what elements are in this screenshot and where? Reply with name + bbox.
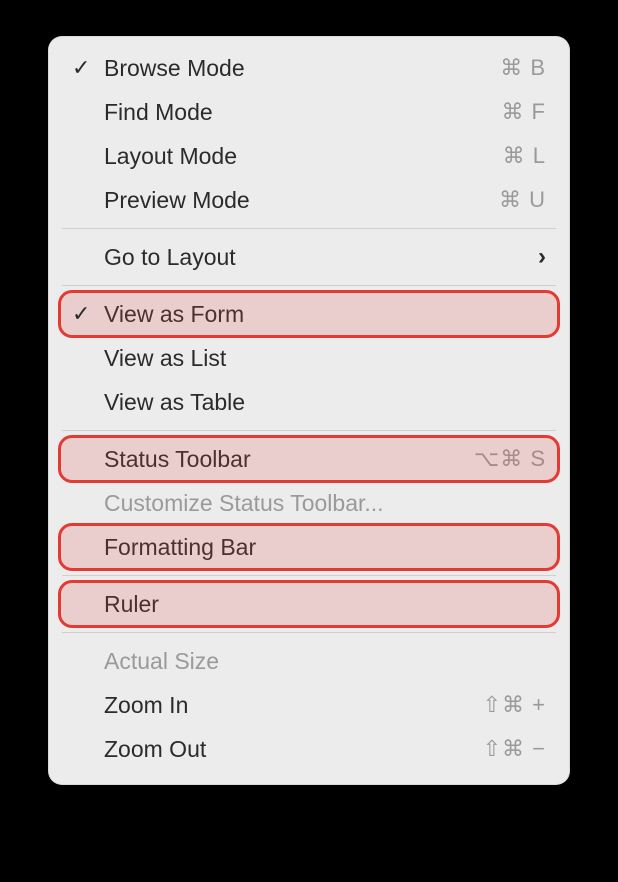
menu-item-view-as-form[interactable]: ✓ View as Form (48, 292, 570, 336)
keyboard-shortcut: ⌘ F (501, 99, 546, 125)
check-icon: ✓ (72, 303, 90, 325)
keyboard-shortcut: ⌥⌘ S (474, 446, 546, 472)
separator (62, 228, 556, 229)
menu-item-label: Zoom In (104, 692, 483, 719)
menu-item-label: View as Table (104, 389, 546, 416)
view-menu: ✓ Browse Mode ⌘ B Find Mode ⌘ F Layout M… (48, 36, 570, 785)
separator (62, 575, 556, 576)
menu-item-label: Zoom Out (104, 736, 483, 763)
check-icon: ✓ (72, 57, 90, 79)
menu-item-label: View as Form (104, 301, 546, 328)
menu-item-view-as-table[interactable]: View as Table (48, 380, 570, 424)
separator (62, 285, 556, 286)
menu-item-zoom-in[interactable]: Zoom In ⇧⌘ + (48, 683, 570, 727)
menu-item-go-to-layout[interactable]: Go to Layout › (48, 235, 570, 279)
keyboard-shortcut: ⇧⌘ − (483, 736, 546, 762)
keyboard-shortcut: ⌘ L (503, 143, 546, 169)
menu-item-label: View as List (104, 345, 546, 372)
separator (62, 430, 556, 431)
menu-item-label: Browse Mode (104, 55, 500, 82)
menu-item-label: Preview Mode (104, 187, 499, 214)
menu-item-label: Actual Size (104, 648, 546, 675)
menu-item-zoom-out[interactable]: Zoom Out ⇧⌘ − (48, 727, 570, 771)
menu-item-formatting-bar[interactable]: Formatting Bar (48, 525, 570, 569)
menu-item-customize-status-toolbar: Customize Status Toolbar... (48, 481, 570, 525)
menu-item-ruler[interactable]: Ruler (48, 582, 570, 626)
menu-item-label: Status Toolbar (104, 446, 474, 473)
separator (62, 632, 556, 633)
menu-item-status-toolbar[interactable]: Status Toolbar ⌥⌘ S (48, 437, 570, 481)
menu-item-find-mode[interactable]: Find Mode ⌘ F (48, 90, 570, 134)
menu-item-layout-mode[interactable]: Layout Mode ⌘ L (48, 134, 570, 178)
menu-item-preview-mode[interactable]: Preview Mode ⌘ U (48, 178, 570, 222)
menu-item-actual-size: Actual Size (48, 639, 570, 683)
chevron-right-icon: › (538, 243, 546, 271)
keyboard-shortcut: ⌘ U (499, 187, 546, 213)
keyboard-shortcut: ⌘ B (500, 55, 546, 81)
menu-item-label: Ruler (104, 591, 546, 618)
menu-item-label: Layout Mode (104, 143, 503, 170)
keyboard-shortcut: ⇧⌘ + (483, 692, 546, 718)
menu-item-label: Customize Status Toolbar... (104, 490, 546, 517)
menu-item-label: Go to Layout (104, 244, 538, 271)
menu-item-view-as-list[interactable]: View as List (48, 336, 570, 380)
menu-item-label: Find Mode (104, 99, 501, 126)
menu-item-browse-mode[interactable]: ✓ Browse Mode ⌘ B (48, 46, 570, 90)
menu-item-label: Formatting Bar (104, 534, 546, 561)
